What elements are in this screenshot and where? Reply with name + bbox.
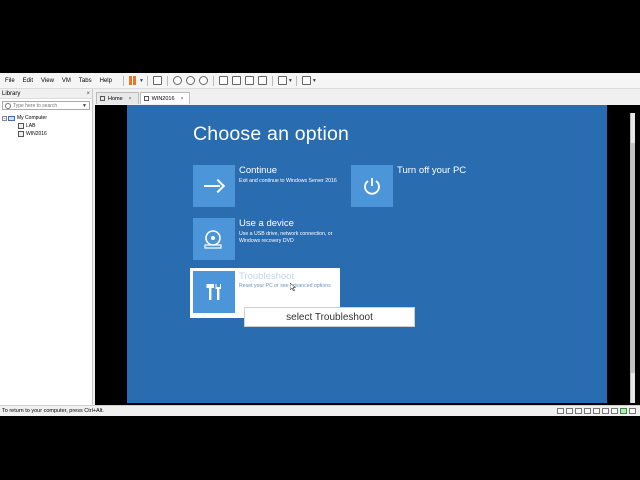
- toolbar-separator: [166, 75, 168, 86]
- toolbar-separator: [146, 75, 148, 86]
- arrow-right-icon: [204, 180, 224, 192]
- vertical-scrollbar[interactable]: [630, 113, 635, 403]
- pause-icon[interactable]: [129, 76, 138, 85]
- toolbar-separator: [122, 75, 124, 86]
- show-library-icon[interactable]: [218, 76, 228, 85]
- vm-screen[interactable]: Choose an option Continue Exit and conti…: [127, 105, 607, 403]
- option-title: Troubleshoot: [239, 271, 295, 282]
- menu-file[interactable]: File: [0, 78, 19, 84]
- option-title: Use a device: [239, 218, 294, 229]
- toolbar-separator: [295, 75, 297, 86]
- network-icon[interactable]: [575, 408, 582, 414]
- option-description: Use a USB drive, network connection, or …: [239, 231, 333, 244]
- send-ctrl-alt-del-icon[interactable]: [152, 76, 162, 85]
- chevron-down-icon[interactable]: ▼: [312, 78, 317, 84]
- library-title: Library: [2, 90, 21, 97]
- tree-item-my-computer[interactable]: − My Computer: [2, 114, 90, 122]
- menu-bar: File Edit View VM Tabs Help ▼ ▼ ▼: [0, 73, 640, 89]
- vm-console[interactable]: Choose an option Continue Exit and conti…: [95, 105, 640, 405]
- close-icon[interactable]: ×: [181, 96, 184, 102]
- letterbox-top: [0, 0, 640, 73]
- close-icon[interactable]: ×: [86, 91, 90, 97]
- disc-drive-icon: [204, 230, 222, 249]
- search-icon: [5, 102, 11, 109]
- display-icon[interactable]: [611, 408, 618, 414]
- status-text: To return to your computer, press Ctrl+A…: [2, 408, 104, 414]
- library-search-input[interactable]: Type here to search ▼: [2, 101, 90, 110]
- tab-label: Home: [108, 95, 123, 102]
- tab-home[interactable]: Home ×: [96, 92, 139, 104]
- option-title: Continue: [239, 165, 278, 176]
- menu-help[interactable]: Help: [96, 78, 116, 84]
- sound-icon[interactable]: [593, 408, 600, 414]
- tree-item-lab[interactable]: LAB: [2, 122, 90, 130]
- console-view-icon[interactable]: [277, 76, 287, 85]
- unity-icon[interactable]: [257, 76, 267, 85]
- vm-status-icon[interactable]: [620, 408, 627, 414]
- tab-strip: Home × WIN2016 ×: [96, 92, 191, 104]
- close-icon[interactable]: ×: [129, 96, 132, 102]
- vm-icon: [18, 131, 24, 137]
- page-title: Choose an option: [193, 123, 350, 145]
- scrollbar-thumb[interactable]: [631, 143, 635, 373]
- option-tile: [193, 218, 235, 260]
- snapshot-manager-icon[interactable]: [198, 76, 208, 85]
- menu-view[interactable]: View: [37, 78, 58, 84]
- message-icon[interactable]: [629, 408, 636, 414]
- vmware-window: File Edit View VM Tabs Help ▼ ▼ ▼ Librar…: [0, 73, 640, 416]
- stretch-guest-icon[interactable]: [301, 76, 311, 85]
- tree-label: WIN2016: [26, 131, 47, 137]
- vm-icon: [143, 96, 149, 101]
- toolbar-separator: [271, 75, 273, 86]
- chevron-down-icon[interactable]: ▼: [82, 103, 87, 109]
- option-tile: [351, 165, 393, 207]
- search-placeholder: Type here to search: [13, 102, 58, 109]
- power-icon: [364, 178, 380, 195]
- thumbnail-bar-icon[interactable]: [231, 76, 241, 85]
- library-panel: Library × Type here to search ▼ − My Com…: [0, 89, 93, 406]
- collapse-icon[interactable]: −: [2, 115, 7, 121]
- option-title: Turn off your PC: [397, 165, 467, 176]
- hard-disk-icon[interactable]: [557, 408, 564, 414]
- tree-label: My Computer: [17, 115, 48, 121]
- tree-item-win2016[interactable]: WIN2016: [2, 130, 90, 138]
- option-description: Exit and continue to Windows Server 2016: [239, 178, 337, 184]
- tab-win2016[interactable]: WIN2016 ×: [139, 92, 191, 104]
- chevron-down-icon[interactable]: ▼: [288, 78, 293, 84]
- cd-drive-icon[interactable]: [566, 408, 573, 414]
- instruction-caption: select Troubleshoot: [244, 307, 415, 327]
- option-tile: [193, 165, 235, 207]
- menu-tabs[interactable]: Tabs: [75, 78, 96, 84]
- fullscreen-icon[interactable]: [244, 76, 254, 85]
- home-icon: [100, 96, 105, 101]
- usb-icon[interactable]: [584, 408, 591, 414]
- option-tile: [193, 271, 235, 313]
- library-header: Library ×: [0, 89, 92, 99]
- mouse-cursor-icon: [290, 283, 296, 291]
- tree-label: LAB: [26, 123, 36, 129]
- chevron-down-icon[interactable]: ▼: [139, 78, 144, 84]
- device-status-icons: [557, 408, 636, 414]
- menu-edit[interactable]: Edit: [19, 78, 37, 84]
- printer-icon[interactable]: [602, 408, 609, 414]
- tools-icon: [206, 284, 221, 300]
- revert-snapshot-icon[interactable]: [185, 76, 195, 85]
- letterbox-bottom: [0, 416, 640, 480]
- vm-icon: [18, 123, 24, 129]
- computer-icon: [8, 115, 15, 121]
- library-tree: − My Computer LAB WIN2016: [0, 112, 92, 140]
- toolbar-separator: [212, 75, 214, 86]
- menu-vm[interactable]: VM: [58, 78, 75, 84]
- status-bar: To return to your computer, press Ctrl+A…: [0, 405, 640, 416]
- tab-label: WIN2016: [151, 95, 175, 102]
- toolbar: ▼ ▼ ▼: [120, 75, 317, 86]
- snapshot-icon[interactable]: [172, 76, 182, 85]
